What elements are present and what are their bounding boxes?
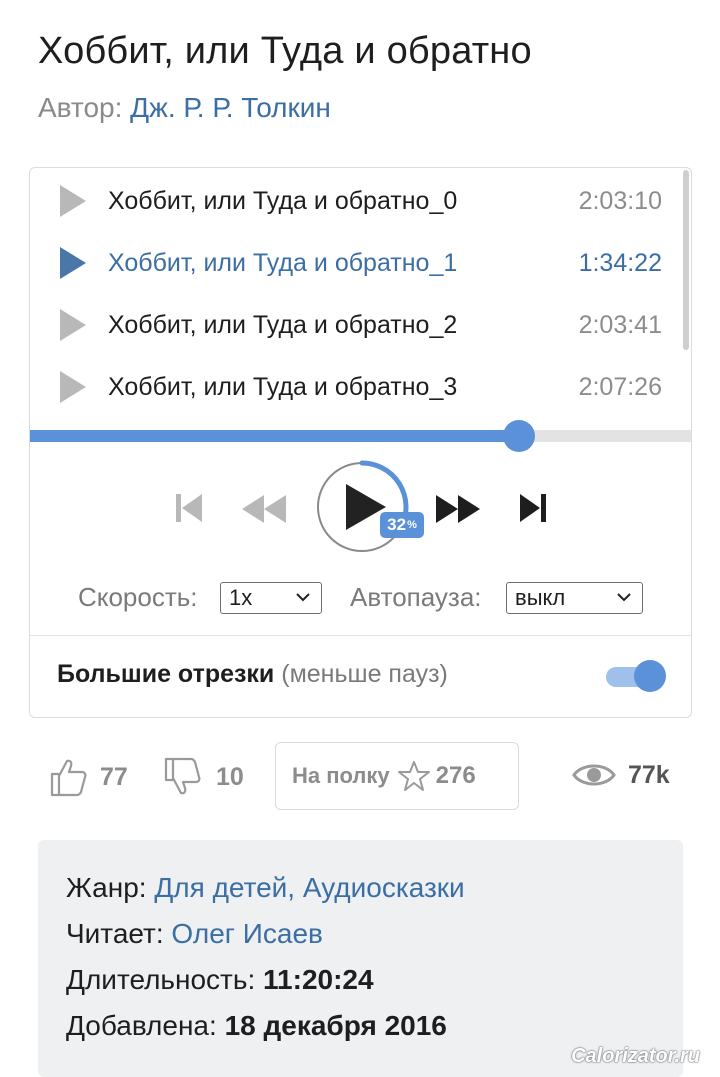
like-button[interactable]: 77: [48, 756, 128, 798]
rewind-icon[interactable]: [240, 494, 288, 524]
track-duration: 2:03:10: [578, 186, 662, 215]
dislikes-count: 10: [216, 762, 244, 791]
divider: [30, 635, 691, 636]
seek-bar[interactable]: [30, 420, 691, 452]
big-segments-label: Большие отрезки: [57, 660, 275, 688]
views-count: 77k: [628, 760, 670, 789]
track-name: Хоббит, или Туда и обратно_2: [108, 310, 458, 339]
stats-bar: 77 10 На полку 276 77k: [0, 740, 720, 810]
playlist-scrollbar[interactable]: [683, 170, 689, 350]
thumbs-down-icon: [164, 757, 201, 795]
autopause-value: выкл: [515, 585, 566, 610]
skip-previous-icon[interactable]: [174, 492, 204, 524]
duration-row: Длительность: 11:20:24: [66, 964, 374, 996]
speed-select[interactable]: 1x: [220, 582, 322, 614]
skip-next-icon[interactable]: [518, 492, 548, 524]
track-duration: 2:03:41: [578, 310, 662, 339]
playback-options: Скорость: 1x Автопауза: выкл: [30, 580, 691, 620]
author-prefix: Автор:: [38, 92, 123, 123]
track-name: Хоббит, или Туда и обратно_3: [108, 372, 458, 401]
track-name: Хоббит, или Туда и обратно_1: [108, 248, 458, 277]
big-segments-toggle[interactable]: [606, 660, 666, 692]
speed-label: Скорость:: [78, 582, 198, 612]
book-info-panel: Жанр: Для детей, Аудиосказки Читает: Оле…: [38, 840, 683, 1077]
seek-bar-fill: [30, 430, 520, 442]
track-duration: 1:34:22: [578, 248, 662, 277]
autopause-select[interactable]: выкл: [506, 582, 643, 614]
star-icon: [397, 761, 430, 791]
shelf-label: На полку: [292, 763, 390, 788]
autopause-label: Автопауза:: [350, 582, 482, 612]
chevron-down-icon: [617, 593, 631, 602]
progress-percent-value: 32: [387, 515, 407, 534]
toggle-thumb: [634, 660, 666, 692]
track-duration: 2:07:26: [578, 372, 662, 401]
big-segments-row: Большие отрезки (меньше пауз): [57, 660, 448, 689]
play-button[interactable]: [315, 460, 409, 554]
play-triangle-icon: [60, 309, 86, 341]
play-triangle-icon: [60, 371, 86, 403]
reader-link[interactable]: Олег Исаев: [171, 918, 323, 949]
views-stat: 77k: [572, 760, 670, 790]
playlist: Хоббит, или Туда и обратно_0 2:03:10 Хоб…: [30, 168, 691, 426]
playback-controls: 32%: [30, 450, 691, 570]
progress-percent-badge: 32%: [380, 512, 424, 538]
progress-percent-sign: %: [407, 519, 417, 531]
play-triangle-icon: [60, 247, 86, 279]
genre-link[interactable]: Для детей, Аудиосказки: [154, 872, 464, 903]
chevron-down-icon: [296, 593, 310, 602]
reader-label: Читает:: [66, 918, 164, 949]
eye-icon: [572, 764, 616, 786]
playlist-track-1[interactable]: Хоббит, или Туда и обратно_1 1:34:22: [30, 232, 680, 294]
watermark: Calorizator.ru: [571, 1045, 700, 1067]
duration-value: 11:20:24: [263, 964, 374, 995]
duration-label: Длительность:: [66, 964, 256, 995]
track-name: Хоббит, или Туда и обратно_0: [108, 186, 458, 215]
author-link[interactable]: Дж. Р. Р. Толкин: [130, 92, 331, 123]
reader-row: Читает: Олег Исаев: [66, 918, 323, 950]
seek-bar-handle[interactable]: [503, 420, 536, 452]
genre-label: Жанр:: [66, 872, 147, 903]
added-value: 18 декабря 2016: [224, 1010, 447, 1041]
thumbs-up-icon: [50, 759, 87, 797]
speed-value: 1x: [229, 585, 253, 610]
audio-player: Хоббит, или Туда и обратно_0 2:03:10 Хоб…: [29, 167, 692, 718]
book-title: Хоббит, или Туда и обратно: [38, 30, 532, 72]
playlist-track-3[interactable]: Хоббит, или Туда и обратно_3 2:07:26: [30, 356, 680, 418]
add-to-shelf-button[interactable]: На полку 276: [275, 742, 519, 810]
added-label: Добавлена:: [66, 1010, 217, 1041]
shelf-count: 276: [435, 762, 476, 789]
big-segments-note: (меньше пауз): [281, 660, 448, 688]
fast-forward-icon[interactable]: [434, 494, 482, 524]
likes-count: 77: [100, 762, 128, 791]
added-row: Добавлена: 18 декабря 2016: [66, 1010, 447, 1042]
playlist-track-0[interactable]: Хоббит, или Туда и обратно_0 2:03:10: [30, 170, 680, 232]
dislike-button[interactable]: 10: [162, 756, 244, 798]
author-line: Автор: Дж. Р. Р. Толкин: [38, 92, 331, 124]
play-triangle-icon: [60, 185, 86, 217]
playlist-track-2[interactable]: Хоббит, или Туда и обратно_2 2:03:41: [30, 294, 680, 356]
genre-row: Жанр: Для детей, Аудиосказки: [66, 872, 465, 904]
